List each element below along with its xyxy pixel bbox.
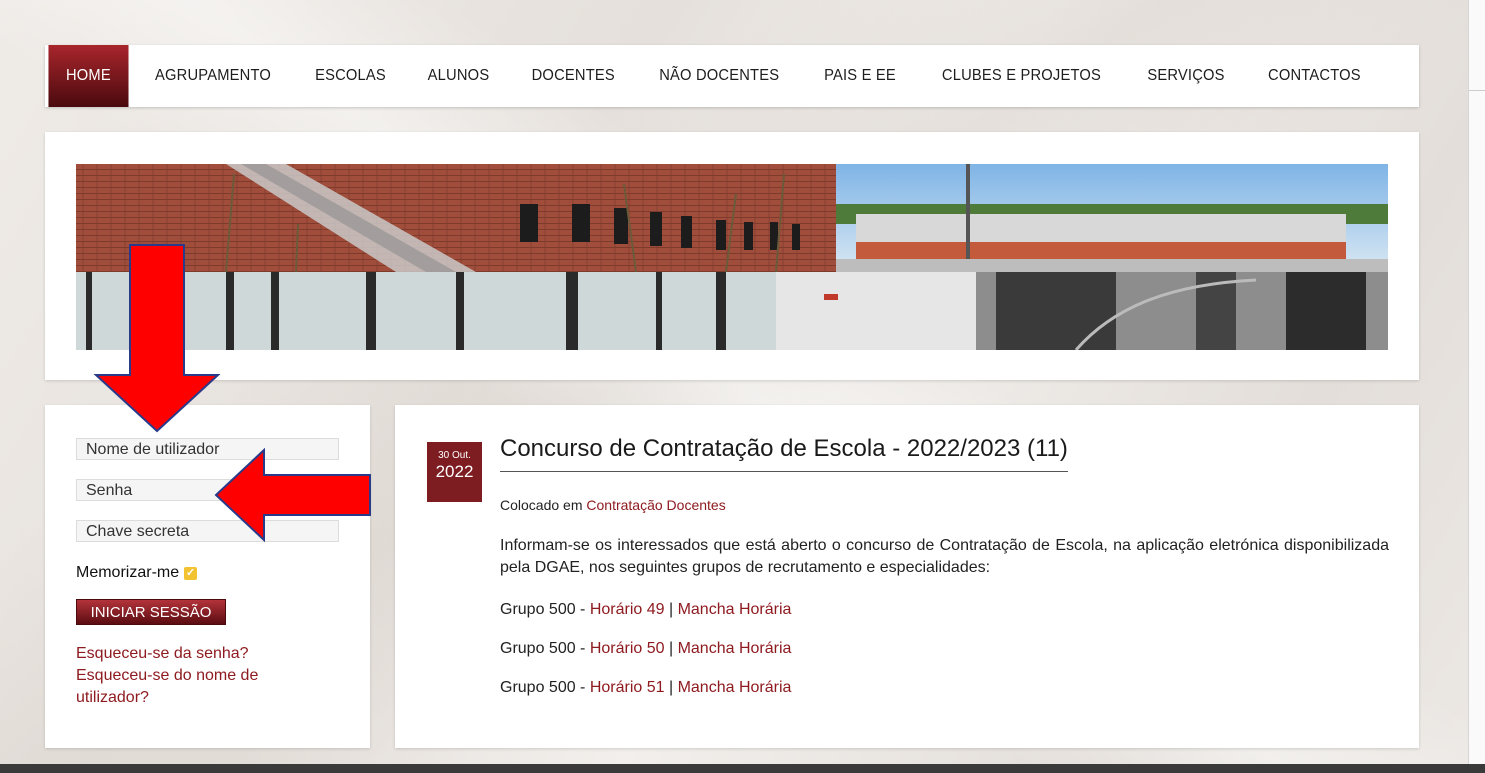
separator: |: [664, 679, 678, 696]
date-year: 2022: [435, 462, 474, 481]
main-nav: HOME AGRUPAMENTO ESCOLAS ALUNOS DOCENTES…: [45, 45, 1419, 107]
posted-in: Colocado em Contratação Docentes: [500, 497, 726, 513]
grupo-line: Grupo 500 - Horário 51 | Mancha Horária: [500, 679, 791, 697]
grupo-line: Grupo 500 - Horário 49 | Mancha Horária: [500, 601, 791, 619]
separator: |: [664, 601, 678, 618]
grupo-label: Grupo 500 -: [500, 679, 590, 696]
nav-escolas[interactable]: ESCOLAS: [298, 45, 402, 107]
remember-me-label: Memorizar-me: [76, 564, 180, 581]
mancha-horaria-link[interactable]: Mancha Horária: [678, 601, 792, 618]
article-title[interactable]: Concurso de Contratação de Escola - 2022…: [500, 435, 1068, 472]
grupo-label: Grupo 500 -: [500, 640, 590, 657]
nav-servicos[interactable]: SERVIÇOS: [1131, 45, 1241, 107]
login-button[interactable]: INICIAR SESSÃO: [76, 599, 226, 625]
school-banner-image: [76, 164, 1388, 350]
remember-me[interactable]: Memorizar-me ✓: [76, 564, 198, 582]
banner-panel: [45, 132, 1419, 380]
nav-nao-docentes[interactable]: NÃO DOCENTES: [643, 45, 796, 107]
browser-edge: [1468, 0, 1485, 773]
bottom-edge: [0, 764, 1485, 773]
horario-link[interactable]: Horário 51: [590, 679, 665, 696]
mancha-horaria-link[interactable]: Mancha Horária: [678, 679, 792, 696]
article-panel: 30 Out. 2022 Concurso de Contratação de …: [395, 405, 1419, 748]
separator: |: [664, 640, 678, 657]
nav-docentes[interactable]: DOCENTES: [515, 45, 631, 107]
nav-alunos[interactable]: ALUNOS: [411, 45, 506, 107]
nav-contactos[interactable]: CONTACTOS: [1251, 45, 1377, 107]
grupo-label: Grupo 500 -: [500, 601, 590, 618]
date-day-month: 30 Out.: [438, 450, 471, 461]
category-link[interactable]: Contratação Docentes: [586, 497, 725, 513]
posted-prefix: Colocado em: [500, 497, 583, 513]
nav-clubes-e-projetos[interactable]: CLUBES E PROJETOS: [925, 45, 1117, 107]
mancha-horaria-link[interactable]: Mancha Horária: [678, 640, 792, 657]
checkbox-checked-icon[interactable]: ✓: [184, 566, 198, 580]
forgot-username-link[interactable]: Esqueceu-se do nome de utilizador?: [76, 667, 258, 706]
grupo-line: Grupo 500 - Horário 50 | Mancha Horária: [500, 640, 791, 658]
date-badge: 30 Out. 2022: [427, 442, 482, 502]
nav-pais-e-ee[interactable]: PAIS E EE: [807, 45, 912, 107]
forgot-password-link[interactable]: Esqueceu-se da senha?: [76, 645, 249, 662]
horario-link[interactable]: Horário 50: [590, 640, 665, 657]
nav-agrupamento[interactable]: AGRUPAMENTO: [138, 45, 287, 107]
horario-link[interactable]: Horário 49: [590, 601, 665, 618]
article-body: Informam-se os interessados que está abe…: [500, 537, 1389, 576]
down-arrow-annotation: [93, 244, 221, 433]
nav-home[interactable]: HOME: [48, 45, 129, 107]
left-arrow-annotation: [214, 448, 371, 542]
